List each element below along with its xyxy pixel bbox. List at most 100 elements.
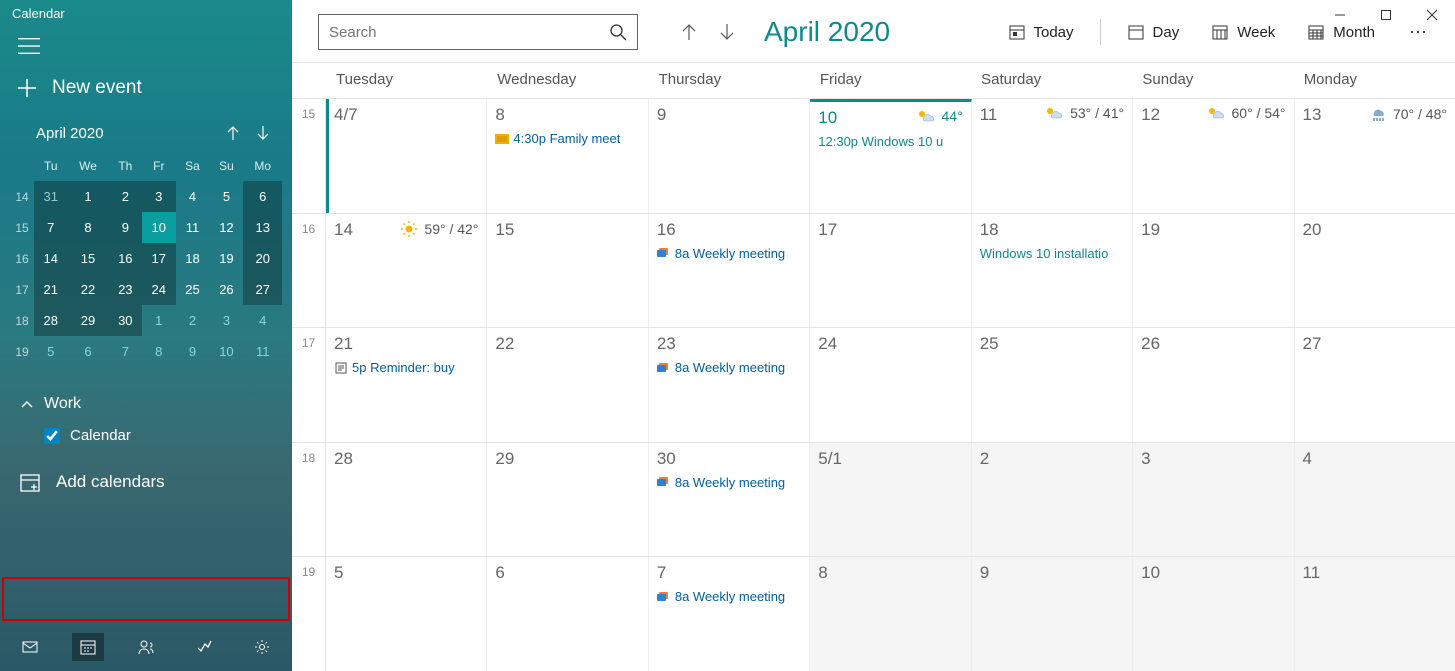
mini-cal-day[interactable]: 29 bbox=[67, 305, 108, 336]
day-cell[interactable]: 27 bbox=[1295, 328, 1455, 442]
mini-cal-day[interactable]: 5 bbox=[209, 181, 243, 212]
mini-cal-day[interactable]: 30 bbox=[109, 305, 142, 336]
calendar-event[interactable]: 4:30p Family meet bbox=[495, 131, 639, 146]
day-cell[interactable]: 3 bbox=[1133, 443, 1294, 557]
calendar-event[interactable]: 8a Weekly meeting bbox=[657, 246, 801, 261]
mini-cal-prev[interactable] bbox=[218, 121, 248, 145]
search-box[interactable] bbox=[318, 14, 638, 50]
mini-cal-day[interactable]: 4 bbox=[243, 305, 282, 336]
mini-cal-day[interactable]: 11 bbox=[243, 336, 282, 367]
mini-cal-day[interactable]: 21 bbox=[34, 274, 67, 305]
day-cell[interactable]: 1153° / 41° bbox=[972, 99, 1133, 213]
day-cell[interactable]: 5/1 bbox=[810, 443, 971, 557]
mini-cal-day[interactable]: 22 bbox=[67, 274, 108, 305]
mini-cal-day[interactable]: 8 bbox=[142, 336, 175, 367]
mini-cal-day[interactable]: 25 bbox=[176, 274, 210, 305]
calendar-checkbox[interactable] bbox=[44, 428, 60, 444]
calendar-event[interactable]: 8a Weekly meeting bbox=[657, 360, 801, 375]
mini-cal-day[interactable]: 19 bbox=[209, 243, 243, 274]
mini-cal-day[interactable]: 15 bbox=[67, 243, 108, 274]
day-cell[interactable]: 18Windows 10 installatio bbox=[972, 214, 1133, 328]
mini-cal-day[interactable]: 7 bbox=[109, 336, 142, 367]
mini-cal-day[interactable]: 3 bbox=[142, 181, 175, 212]
day-cell[interactable]: 2 bbox=[972, 443, 1133, 557]
mini-cal-day[interactable]: 2 bbox=[176, 305, 210, 336]
day-cell[interactable]: 19 bbox=[1133, 214, 1294, 328]
mini-cal-day[interactable]: 3 bbox=[209, 305, 243, 336]
day-cell[interactable]: 29 bbox=[487, 443, 648, 557]
day-cell[interactable]: 78a Weekly meeting bbox=[649, 557, 810, 671]
day-cell[interactable]: 1260° / 54° bbox=[1133, 99, 1294, 213]
day-cell[interactable]: 6 bbox=[487, 557, 648, 671]
mini-cal-day[interactable]: 12 bbox=[209, 212, 243, 243]
search-input[interactable] bbox=[329, 24, 609, 41]
day-cell[interactable]: 308a Weekly meeting bbox=[649, 443, 810, 557]
mini-cal-day[interactable]: 23 bbox=[109, 274, 142, 305]
today-button[interactable]: Today bbox=[998, 19, 1084, 45]
calendar-checkbox-row[interactable]: Calendar bbox=[16, 419, 292, 452]
mini-cal-day[interactable]: 31 bbox=[34, 181, 67, 212]
day-cell[interactable]: 1459° / 42° bbox=[326, 214, 487, 328]
mini-calendar[interactable]: TuWeThFrSaSuMo14311234561578910111213161… bbox=[0, 153, 292, 367]
next-period-button[interactable] bbox=[712, 18, 742, 46]
day-cell[interactable]: 4/7 bbox=[326, 99, 487, 213]
day-cell[interactable]: 26 bbox=[1133, 328, 1294, 442]
settings-button[interactable] bbox=[246, 633, 278, 661]
mini-cal-day[interactable]: 2 bbox=[109, 181, 142, 212]
calendar-event[interactable]: 8a Weekly meeting bbox=[657, 475, 801, 490]
mini-cal-day[interactable]: 4 bbox=[176, 181, 210, 212]
calendar-event[interactable]: Windows 10 installatio bbox=[980, 246, 1124, 261]
day-cell[interactable]: 28 bbox=[326, 443, 487, 557]
mini-cal-day[interactable]: 5 bbox=[34, 336, 67, 367]
mini-cal-day[interactable]: 27 bbox=[243, 274, 282, 305]
mini-cal-day[interactable]: 1 bbox=[67, 181, 108, 212]
mini-cal-day[interactable]: 1 bbox=[142, 305, 175, 336]
day-cell[interactable]: 25 bbox=[972, 328, 1133, 442]
hamburger-button[interactable] bbox=[0, 27, 292, 63]
day-cell[interactable]: 1044°12:30p Windows 10 u bbox=[810, 99, 971, 213]
day-cell[interactable]: 1370° / 48° bbox=[1295, 99, 1455, 213]
day-cell[interactable]: 15 bbox=[487, 214, 648, 328]
day-cell[interactable]: 5 bbox=[326, 557, 487, 671]
day-cell[interactable]: 215p Reminder: buy bbox=[326, 328, 487, 442]
mini-cal-day[interactable]: 7 bbox=[34, 212, 67, 243]
day-cell[interactable]: 4 bbox=[1295, 443, 1455, 557]
day-cell[interactable]: 17 bbox=[810, 214, 971, 328]
day-view-button[interactable]: Day bbox=[1117, 19, 1190, 45]
day-cell[interactable]: 22 bbox=[487, 328, 648, 442]
minimize-button[interactable] bbox=[1317, 0, 1363, 30]
mini-cal-day[interactable]: 16 bbox=[109, 243, 142, 274]
day-cell[interactable]: 10 bbox=[1133, 557, 1294, 671]
calendar-button[interactable] bbox=[72, 633, 104, 661]
day-cell[interactable]: 9 bbox=[972, 557, 1133, 671]
mini-cal-day[interactable]: 13 bbox=[243, 212, 282, 243]
todo-button[interactable] bbox=[188, 633, 220, 661]
day-cell[interactable]: 24 bbox=[810, 328, 971, 442]
mini-cal-day[interactable]: 20 bbox=[243, 243, 282, 274]
mini-cal-next[interactable] bbox=[248, 121, 278, 145]
day-cell[interactable]: 84:30p Family meet bbox=[487, 99, 648, 213]
add-calendars-button[interactable]: Add calendars bbox=[4, 462, 288, 502]
day-cell[interactable]: 8 bbox=[810, 557, 971, 671]
calendar-event[interactable]: 5p Reminder: buy bbox=[334, 360, 478, 375]
day-cell[interactable]: 11 bbox=[1295, 557, 1455, 671]
prev-period-button[interactable] bbox=[674, 18, 704, 46]
day-cell[interactable]: 9 bbox=[649, 99, 810, 213]
mini-cal-day[interactable]: 26 bbox=[209, 274, 243, 305]
calendar-event[interactable]: 8a Weekly meeting bbox=[657, 589, 801, 604]
mini-cal-day[interactable]: 9 bbox=[109, 212, 142, 243]
mini-cal-day[interactable]: 6 bbox=[243, 181, 282, 212]
mini-cal-title[interactable]: April 2020 bbox=[36, 125, 218, 142]
close-button[interactable] bbox=[1409, 0, 1455, 30]
mini-cal-day[interactable]: 8 bbox=[67, 212, 108, 243]
mini-cal-day[interactable]: 28 bbox=[34, 305, 67, 336]
people-button[interactable] bbox=[130, 633, 162, 661]
day-cell[interactable]: 168a Weekly meeting bbox=[649, 214, 810, 328]
mini-cal-day[interactable]: 14 bbox=[34, 243, 67, 274]
day-cell[interactable]: 238a Weekly meeting bbox=[649, 328, 810, 442]
mini-cal-day[interactable]: 18 bbox=[176, 243, 210, 274]
mini-cal-day[interactable]: 10 bbox=[209, 336, 243, 367]
account-toggle[interactable]: Work bbox=[16, 389, 292, 419]
mini-cal-day[interactable]: 11 bbox=[176, 212, 210, 243]
mini-cal-day[interactable]: 6 bbox=[67, 336, 108, 367]
